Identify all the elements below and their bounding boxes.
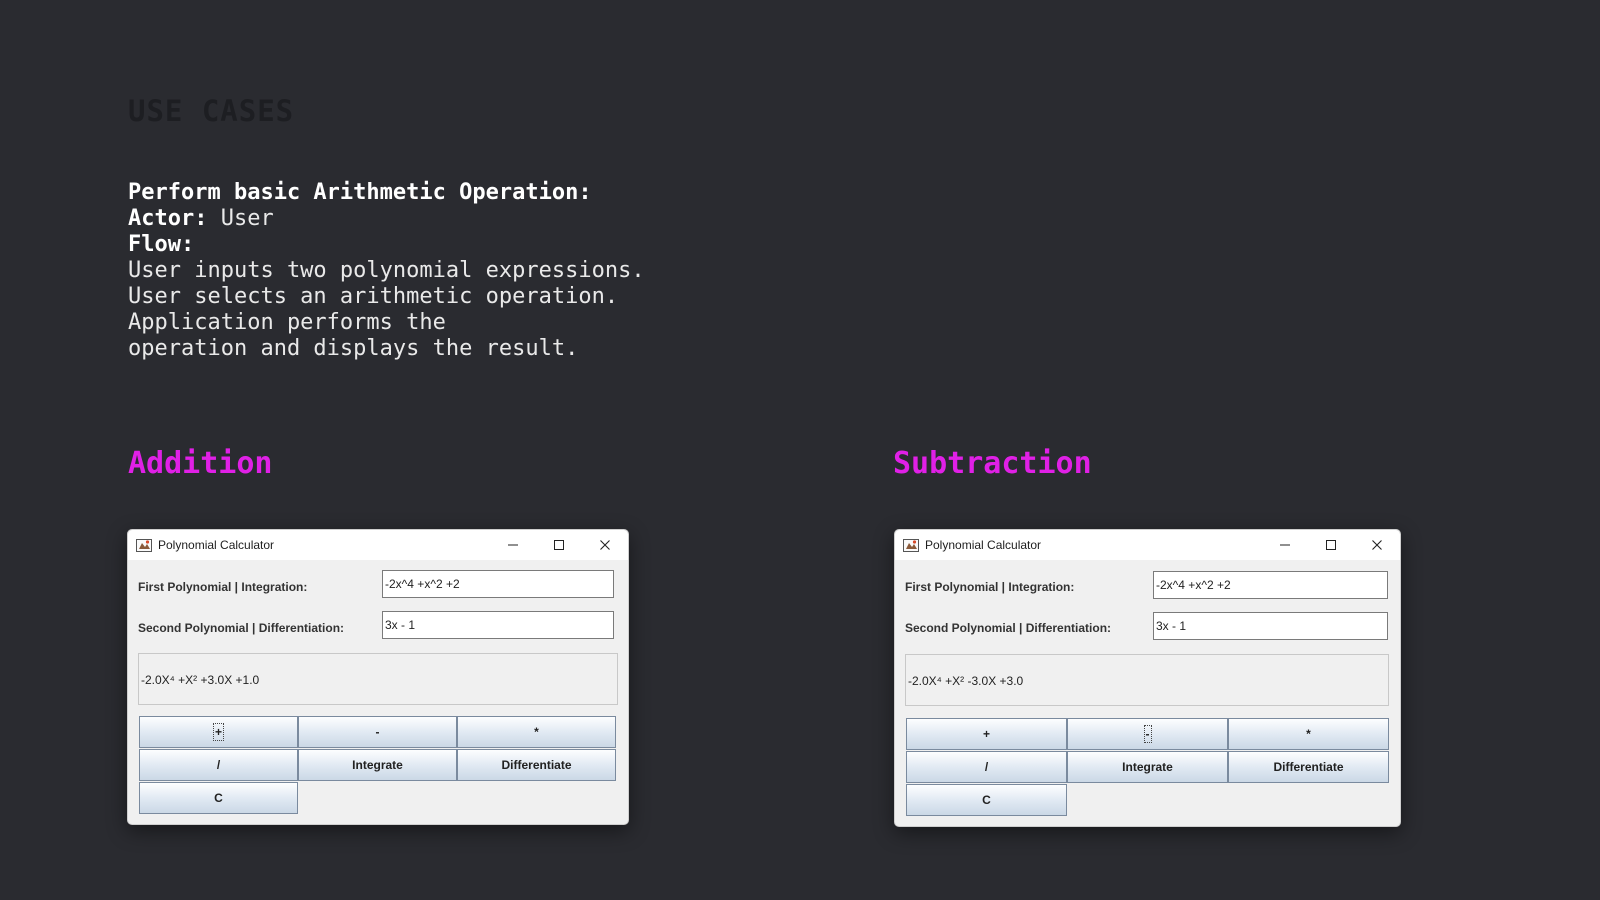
flow-line: Application performs the [128, 310, 446, 335]
calculator-window-addition: Polynomial Calculator First Polynomial |… [127, 529, 629, 825]
integrate-button[interactable]: Integrate [1067, 751, 1228, 783]
flow-label: Flow: [128, 232, 195, 257]
calculator-window-subtraction: Polynomial Calculator First Polynomial |… [894, 529, 1401, 827]
minimize-icon[interactable] [1262, 530, 1308, 560]
flow-line: User inputs two polynomial expressions. [128, 258, 645, 283]
result-display: -2.0X⁴ +X² +3.0X +1.0 [138, 653, 618, 705]
maximize-icon[interactable] [536, 530, 582, 560]
differentiate-button[interactable]: Differentiate [1228, 751, 1389, 783]
clear-button-label: C [982, 793, 991, 807]
second-polynomial-label: Second Polynomial | Differentiation: [138, 621, 345, 635]
title-bar: Polynomial Calculator [895, 530, 1400, 560]
maximize-icon[interactable] [1308, 530, 1354, 560]
flow-line: User selects an arithmetic operation. [128, 284, 619, 309]
section-title-addition: Addition [128, 446, 273, 481]
add-button[interactable]: + [139, 716, 298, 748]
clear-button-label: C [214, 791, 223, 805]
close-icon[interactable] [1354, 530, 1400, 560]
subtract-button-label: - [1143, 725, 1152, 743]
second-polynomial-input[interactable]: 3x - 1 [382, 611, 614, 639]
integrate-button-label: Integrate [352, 758, 403, 772]
subtract-button[interactable]: - [1067, 718, 1228, 750]
add-button-label: + [982, 727, 990, 741]
window-title: Polynomial Calculator [158, 538, 275, 552]
subtract-button[interactable]: - [298, 716, 457, 748]
use-case-description: Perform basic Arithmetic Operation: Acto… [128, 180, 645, 362]
divide-button-label: / [984, 760, 989, 774]
multiply-button-label: * [1306, 727, 1311, 741]
first-polynomial-label: First Polynomial | Integration: [905, 580, 1075, 594]
multiply-button[interactable]: * [457, 716, 616, 748]
second-polynomial-input[interactable]: 3x - 1 [1153, 612, 1388, 640]
title-bar: Polynomial Calculator [128, 530, 628, 560]
multiply-button[interactable]: * [1228, 718, 1389, 750]
clear-button[interactable]: C [906, 784, 1067, 816]
differentiate-button[interactable]: Differentiate [457, 749, 616, 781]
second-polynomial-label: Second Polynomial | Differentiation: [905, 621, 1112, 635]
java-app-icon [136, 537, 152, 553]
clear-button[interactable]: C [139, 782, 298, 814]
divide-button[interactable]: / [139, 749, 298, 781]
close-icon[interactable] [582, 530, 628, 560]
minimize-icon[interactable] [490, 530, 536, 560]
divide-button[interactable]: / [906, 751, 1067, 783]
divide-button-label: / [216, 758, 221, 772]
java-app-icon [903, 537, 919, 553]
section-title-subtraction: Subtraction [893, 446, 1092, 481]
multiply-button-label: * [534, 725, 539, 739]
add-button-label: + [212, 723, 225, 741]
first-polynomial-input[interactable]: -2x^4 +x^2 +2 [1153, 571, 1388, 599]
actor-value: User [207, 206, 274, 231]
flow-line: operation and displays the result. [128, 336, 579, 361]
integrate-button[interactable]: Integrate [298, 749, 457, 781]
page-heading: USE CASES [128, 94, 295, 128]
use-case-title: Perform basic Arithmetic Operation: [128, 180, 592, 205]
add-button[interactable]: + [906, 718, 1067, 750]
differentiate-button-label: Differentiate [501, 758, 572, 772]
integrate-button-label: Integrate [1122, 760, 1173, 774]
actor-label: Actor: [128, 206, 208, 231]
differentiate-button-label: Differentiate [1273, 760, 1344, 774]
first-polynomial-label: First Polynomial | Integration: [138, 580, 308, 594]
result-display: -2.0X⁴ +X² -3.0X +3.0 [905, 654, 1389, 706]
first-polynomial-input[interactable]: -2x^4 +x^2 +2 [382, 570, 614, 598]
window-title: Polynomial Calculator [925, 538, 1042, 552]
subtract-button-label: - [375, 725, 380, 739]
